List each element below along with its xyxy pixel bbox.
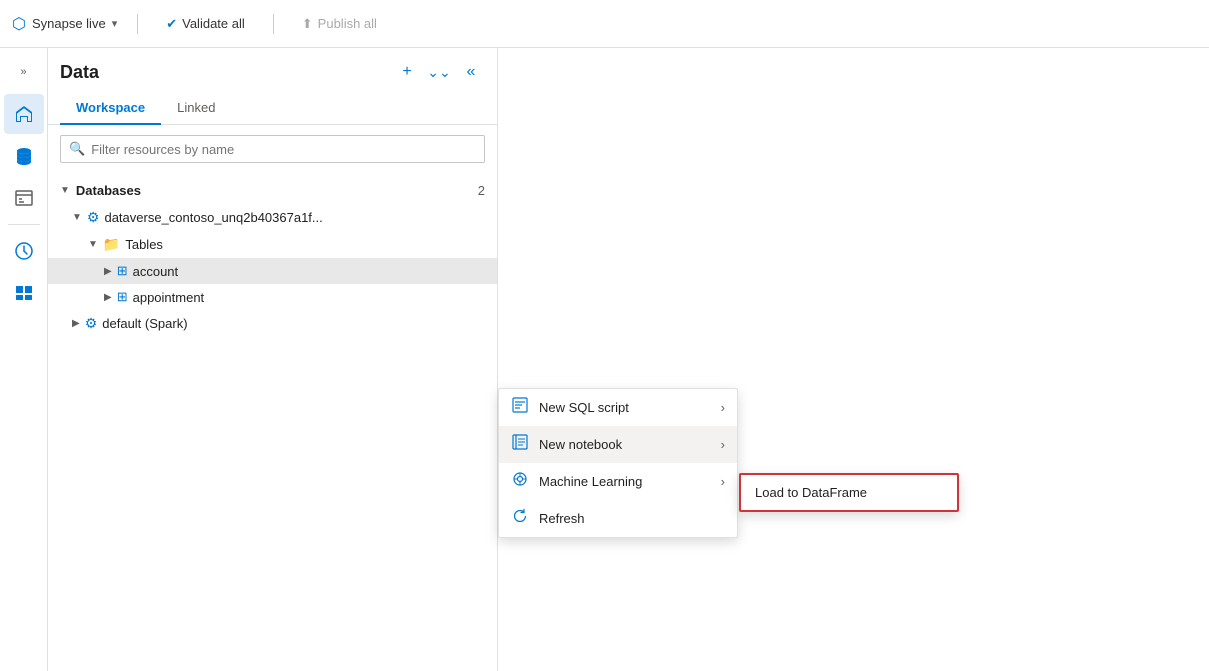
db2-label: default (Spark) [102,316,187,331]
refresh-icon [511,508,529,529]
context-menu-new-notebook[interactable]: New notebook › [499,426,737,463]
tables-chevron-icon: ▼ [88,239,98,250]
submenu-load-dataframe[interactable]: Load to DataFrame [741,475,957,510]
databases-chevron-icon: ▼ [60,185,70,196]
search-box: 🔍 [60,135,485,163]
workspace-selector[interactable]: ⬡ Synapse live ▾ [12,14,117,34]
main-layout: » [0,48,1209,671]
validate-label: Validate all [182,16,245,31]
publish-all-button[interactable]: ⬆ Publish all [294,12,385,36]
new-sql-label: New SQL script [539,400,629,415]
notebook-arrow-icon: › [721,437,725,452]
account-label: account [133,264,179,279]
databases-section-header[interactable]: ▼ Databases 2 [48,177,497,204]
monitor-icon [14,241,34,261]
workspace-name: Synapse live [32,16,106,31]
db1-label: dataverse_contoso_unq2b40367a1f... [104,210,322,225]
sidebar-item-monitor[interactable] [4,231,44,271]
resource-tree: ▼ Databases 2 ▼ ⚙ dataverse_contoso_unq2… [48,173,497,671]
validate-all-button[interactable]: ✔ Validate all [158,12,253,36]
context-menu-refresh[interactable]: Refresh [499,500,737,537]
table-icon: ⊞ [117,263,128,279]
db2-chevron-icon: ▶ [72,318,80,329]
databases-label: Databases [76,183,141,198]
top-bar-divider-2 [273,14,274,34]
search-input[interactable] [91,142,476,157]
context-menu-new-sql[interactable]: New SQL script › [499,389,737,426]
tabs: Workspace Linked [48,92,497,125]
notebook-menu-icon [511,434,529,455]
add-resource-button[interactable]: + [393,58,421,86]
sidebar-item-manage[interactable] [4,273,44,313]
db1-item[interactable]: ▼ ⚙ dataverse_contoso_unq2b40367a1f... [48,204,497,231]
databases-count: 2 [478,183,485,198]
sidebar-item-develop[interactable] [4,178,44,218]
code-icon [14,188,34,208]
appointment-label: appointment [133,290,205,305]
collapse-panel-button[interactable]: « [457,58,485,86]
manage-icon [14,283,34,303]
sql-script-icon [511,397,529,418]
workspace-chevron-icon: ▾ [112,17,118,30]
machine-learning-label: Machine Learning [539,474,642,489]
data-panel-actions: + ⌄⌄ « [393,58,485,86]
table-appointment-item[interactable]: ▶ ⊞ appointment [48,284,497,310]
sort-button[interactable]: ⌄⌄ [425,58,453,86]
tables-label: Tables [125,237,163,252]
top-bar: ⬡ Synapse live ▾ ✔ Validate all ⬆ Publis… [0,0,1209,48]
tab-linked[interactable]: Linked [161,92,231,125]
folder-icon: 📁 [103,236,120,253]
new-notebook-label: New notebook [539,437,622,452]
db2-item[interactable]: ▶ ⚙ default (Spark) [48,310,497,337]
publish-label: Publish all [318,16,377,31]
db2-icon: ⚙ [85,315,98,332]
data-panel-header: Data + ⌄⌄ « [48,48,497,92]
home-icon [14,104,34,124]
synapse-icon: ⬡ [12,14,26,34]
refresh-label: Refresh [539,511,585,526]
sidebar-divider [8,224,40,225]
ml-icon [511,471,529,492]
database-icon [14,146,34,166]
data-panel-title: Data [60,62,99,83]
data-panel: Data + ⌄⌄ « Workspace Linked 🔍 ▼ [48,48,498,671]
ml-arrow-icon: › [721,474,725,489]
tab-workspace[interactable]: Workspace [60,92,161,125]
table2-icon: ⊞ [117,289,128,305]
sidebar: » [0,48,48,671]
table-account-item[interactable]: ▶ ⊞ account [48,258,497,284]
load-dataframe-label: Load to DataFrame [755,485,867,500]
appointment-chevron-icon: ▶ [104,292,112,303]
top-bar-divider-1 [137,14,138,34]
search-icon: 🔍 [69,141,85,157]
sidebar-item-home[interactable] [4,94,44,134]
sql-arrow-icon: › [721,400,725,415]
account-chevron-icon: ▶ [104,266,112,277]
db1-icon: ⚙ [87,209,100,226]
tables-folder[interactable]: ▼ 📁 Tables [48,231,497,258]
db1-chevron-icon: ▼ [72,212,82,223]
submenu-notebook: Load to DataFrame [739,473,959,512]
publish-icon: ⬆ [302,16,313,32]
context-menu-machine-learning[interactable]: Machine Learning › [499,463,737,500]
sidebar-item-data[interactable] [4,136,44,176]
validate-icon: ✔ [166,16,177,32]
content-area [498,48,1209,671]
context-menu: New SQL script › New notebook › [498,388,738,538]
sidebar-expand-btn[interactable]: » [4,52,44,92]
